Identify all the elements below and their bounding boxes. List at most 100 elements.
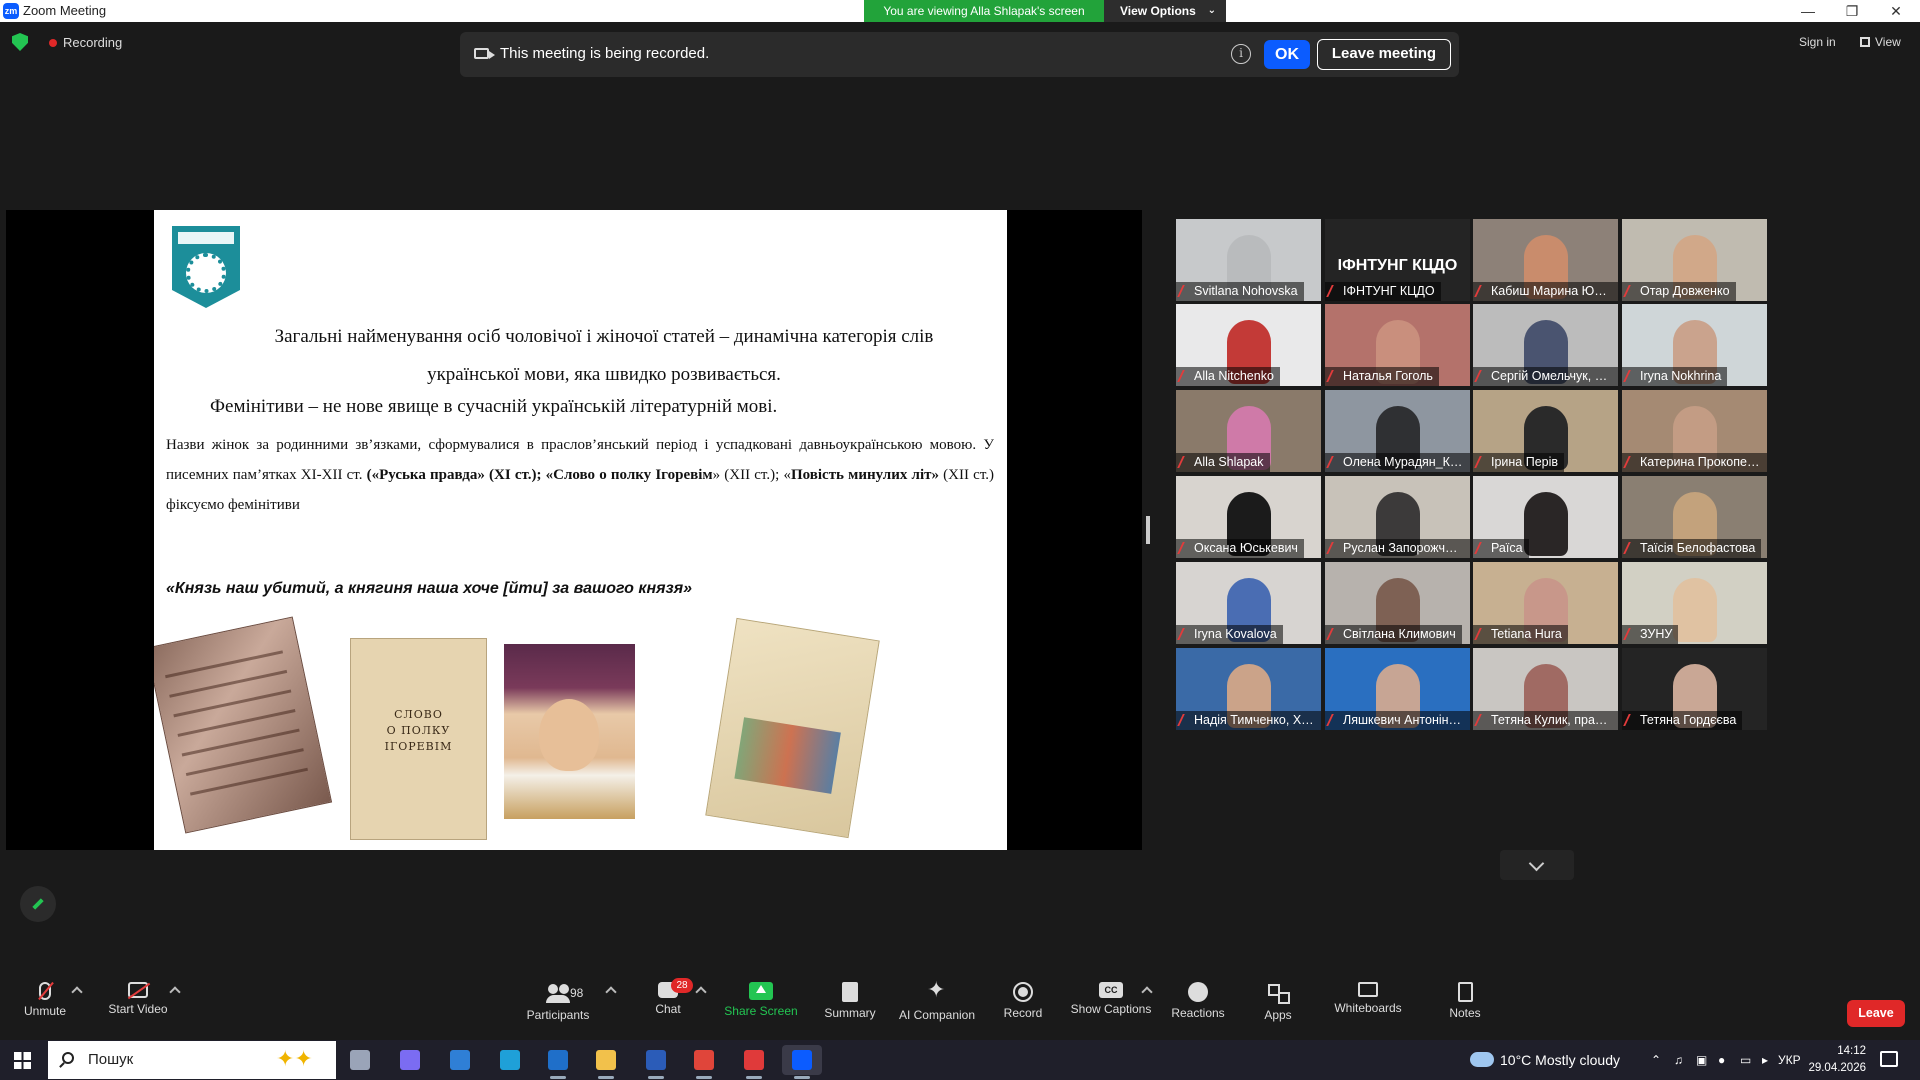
participant-tile[interactable]: Олена Мурадян_Каразі... — [1325, 390, 1470, 472]
participant-name: Iryna Nokhrina — [1640, 369, 1722, 383]
participant-tile[interactable]: Iryna Nokhrina — [1622, 304, 1767, 386]
speaker-icon[interactable]: ♫ — [1674, 1053, 1683, 1067]
participant-tile[interactable]: Ірина Перів — [1473, 390, 1618, 472]
leave-meeting-button[interactable]: Leave meeting — [1317, 39, 1451, 70]
participant-name: Руслан Запорожченко — [1343, 541, 1470, 555]
participant-tile[interactable]: Оксана Юськевич — [1176, 476, 1321, 558]
participant-tile[interactable]: Отар Довженко — [1622, 219, 1767, 301]
participant-tile[interactable]: Iryna Kovalova — [1176, 562, 1321, 644]
annotate-pencil-icon[interactable] — [20, 886, 56, 922]
participant-tile[interactable]: Ляшкевич Антоніна Іва... — [1325, 648, 1470, 730]
chat-button[interactable]: Chat — [618, 982, 718, 1016]
share-screen-button[interactable]: Share Screen — [711, 982, 811, 1018]
participant-tile[interactable]: Тетяна Гордєєва — [1622, 648, 1767, 730]
participant-tile[interactable]: Alla Nitchenko — [1176, 304, 1321, 386]
encryption-shield-icon[interactable] — [12, 33, 28, 51]
outlook-icon[interactable] — [538, 1045, 578, 1079]
participant-name: Alla Shlapak — [1194, 455, 1264, 469]
participant-tile[interactable]: Сергій Омельчук, ХДУ — [1473, 304, 1618, 386]
recording-label[interactable]: Recording — [63, 35, 122, 50]
weather-cloud-icon[interactable] — [1470, 1052, 1494, 1067]
participant-name: Надія Тимченко, ХНТУ — [1194, 713, 1321, 727]
minimize-button[interactable]: — — [1786, 0, 1830, 22]
ok-button[interactable]: OK — [1264, 40, 1310, 69]
video-off-icon — [128, 982, 148, 998]
wps-icon[interactable] — [734, 1045, 774, 1079]
zoom-taskbar-icon[interactable] — [782, 1045, 822, 1079]
notifications-icon[interactable] — [1880, 1051, 1898, 1067]
store-icon[interactable] — [440, 1045, 480, 1075]
participant-name: Ляшкевич Антоніна Іва... — [1343, 713, 1470, 727]
view-button[interactable]: View — [1860, 35, 1901, 49]
notes-button[interactable]: Notes — [1415, 982, 1515, 1020]
gallery-next-page-button[interactable] — [1500, 850, 1574, 880]
task-view-icon[interactable] — [340, 1045, 380, 1075]
network-icon[interactable]: ▭ — [1740, 1053, 1751, 1067]
search-placeholder: Пошук — [88, 1051, 134, 1068]
windows-start-icon[interactable] — [14, 1052, 31, 1069]
record-button[interactable]: Record — [973, 982, 1073, 1020]
close-button[interactable]: ✕ — [1874, 0, 1918, 22]
whiteboard-icon — [1358, 982, 1378, 997]
view-options-button[interactable]: View Options ⌄ — [1104, 0, 1226, 22]
word-icon[interactable] — [636, 1045, 676, 1079]
slide-paragraph: Назви жінок за родинними зв’язками, сфор… — [166, 430, 994, 520]
chrome-icon[interactable] — [684, 1045, 724, 1079]
camera-tray-icon[interactable]: ▣ — [1696, 1053, 1707, 1067]
apps-button[interactable]: Apps — [1228, 982, 1328, 1022]
split-resize-handle[interactable] — [1146, 516, 1150, 544]
participant-name: Оксана Юськевич — [1194, 541, 1298, 555]
edge-icon[interactable] — [490, 1045, 530, 1075]
participant-tile[interactable]: ІФНТУНГ КЦДО ІФНТУНГ КЦДО — [1325, 219, 1470, 301]
participant-tile[interactable]: Світлана Климович — [1325, 562, 1470, 644]
copilot-icon[interactable] — [390, 1045, 430, 1075]
participant-name: Отар Довженко — [1640, 284, 1730, 298]
participant-name-tag: Раїса — [1473, 539, 1529, 558]
restore-button[interactable]: ❐ — [1830, 0, 1874, 22]
sign-in-link[interactable]: Sign in — [1799, 35, 1836, 49]
participant-name: Наталья Гоголь — [1343, 369, 1433, 383]
participant-tile[interactable]: Svitlana Nohovska — [1176, 219, 1321, 301]
participant-tile[interactable]: ЗУНУ — [1622, 562, 1767, 644]
mic-muted-icon — [1474, 628, 1488, 640]
mic-muted-icon — [1326, 714, 1340, 726]
leave-button[interactable]: Leave — [1847, 1000, 1905, 1027]
ai-companion-button[interactable]: AI Companion — [887, 978, 987, 1022]
meeting-toolbar: Unmute Start Video Participants 98 Chat 2… — [0, 976, 1920, 1038]
taskbar-search-input[interactable]: Пошук ✦✦ — [48, 1041, 336, 1079]
shared-screen[interactable]: Загальні найменування осіб чоловічої і ж… — [6, 210, 1142, 850]
participant-tile[interactable]: Катерина Прокопенко — [1622, 390, 1767, 472]
file-explorer-icon[interactable] — [586, 1045, 626, 1079]
ai-sparkle-icon — [925, 978, 949, 1004]
participant-tile[interactable]: Alla Shlapak — [1176, 390, 1321, 472]
volume-icon[interactable]: ▸ — [1762, 1053, 1768, 1067]
participant-name-tag: Наталья Гоголь — [1325, 367, 1439, 386]
participant-tile[interactable]: Кабиш Марина Юріївна — [1473, 219, 1618, 301]
participant-tile[interactable]: Тетяна Кулик, практичн... — [1473, 648, 1618, 730]
participant-tile[interactable]: Надія Тимченко, ХНТУ — [1176, 648, 1321, 730]
participant-name-tag: Svitlana Nohovska — [1176, 282, 1304, 301]
weather-text[interactable]: 10°C Mostly cloudy — [1500, 1052, 1620, 1068]
language-indicator[interactable]: УКР — [1778, 1053, 1801, 1067]
tray-chevron-up-icon[interactable]: ⌃ — [1651, 1053, 1661, 1067]
share-screen-label: Share Screen — [724, 1004, 798, 1018]
mic-muted-icon — [1623, 714, 1637, 726]
unmute-button[interactable]: Unmute — [0, 982, 95, 1018]
taskbar-clock[interactable]: 14:12 29.04.2026 — [1808, 1043, 1866, 1077]
participant-name: Олена Мурадян_Каразі... — [1343, 455, 1470, 469]
microphone-tray-icon[interactable]: ● — [1718, 1053, 1725, 1067]
whiteboards-button[interactable]: Whiteboards — [1318, 982, 1418, 1015]
participant-tile[interactable]: Руслан Запорожченко — [1325, 476, 1470, 558]
participant-tile[interactable]: Наталья Гоголь — [1325, 304, 1470, 386]
summary-label: Summary — [824, 1006, 876, 1020]
windows-taskbar: Пошук ✦✦ 10°C Mostly cloudy ⌃ ♫ ▣ ● ▭ ▸ … — [0, 1040, 1920, 1080]
participant-name-tag: Оксана Юськевич — [1176, 539, 1304, 558]
participant-tile[interactable]: Таїсія Белофастова — [1622, 476, 1767, 558]
participant-name: Сергій Омельчук, ХДУ — [1491, 369, 1618, 383]
info-icon[interactable]: i — [1231, 44, 1251, 64]
participants-button[interactable]: Participants 98 — [508, 982, 608, 1022]
participant-tile[interactable]: Раїса — [1473, 476, 1618, 558]
participant-tile[interactable]: Tetiana Hura — [1473, 562, 1618, 644]
window-titlebar: zm Zoom Meeting You are viewing Alla Shl… — [0, 0, 1920, 22]
summary-button[interactable]: Summary — [800, 982, 900, 1020]
